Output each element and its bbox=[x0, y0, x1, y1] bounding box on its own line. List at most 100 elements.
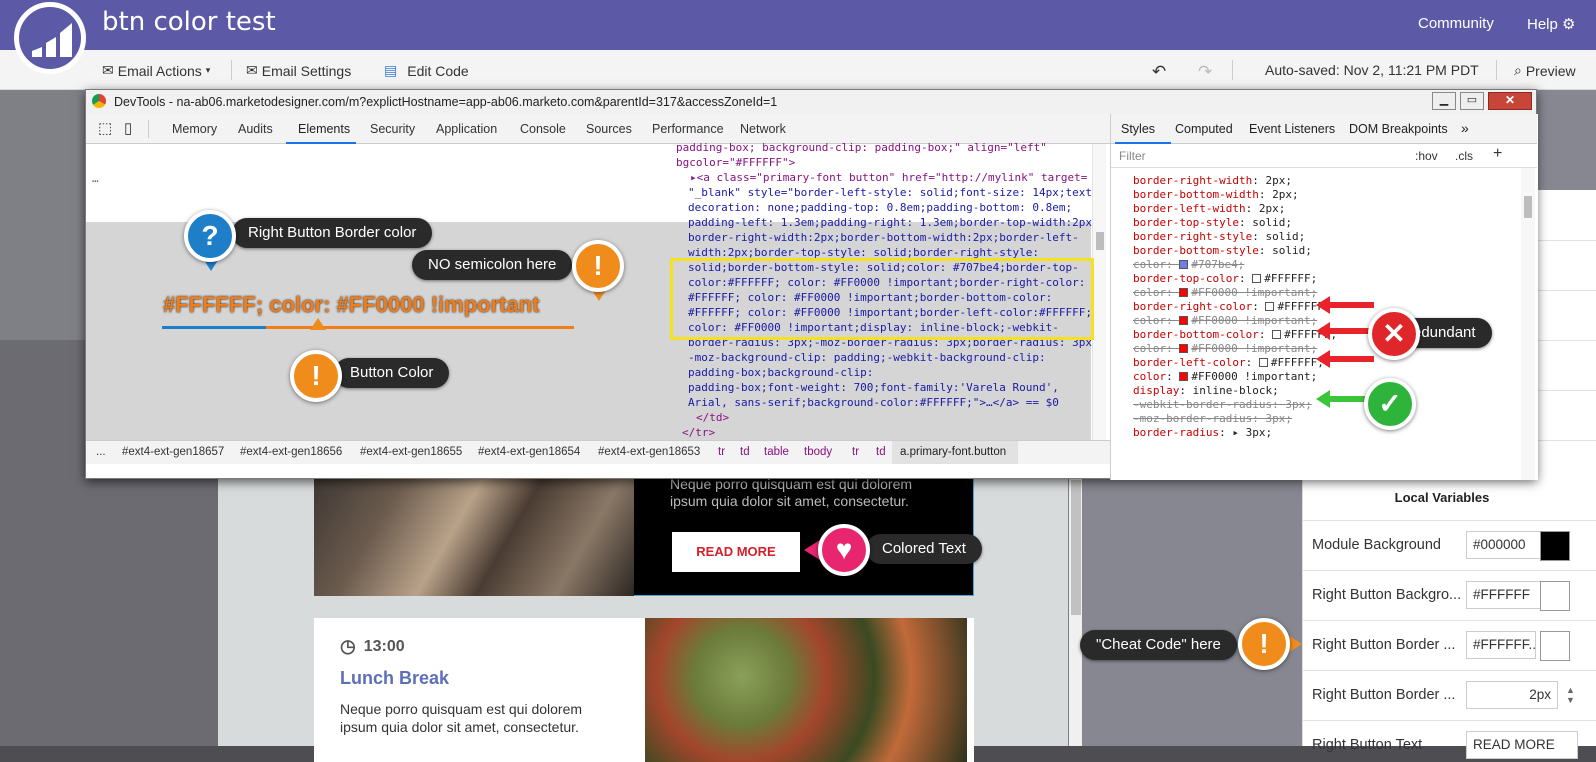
help-link[interactable]: Help ⚙ bbox=[1527, 15, 1575, 33]
breadcrumb-item[interactable]: td bbox=[740, 446, 750, 458]
lv-right-button-border-color: Right Button Border ... #FFFFFF... bbox=[1302, 620, 1596, 670]
color-swatch[interactable] bbox=[1179, 288, 1189, 297]
redo-button[interactable]: ↷ bbox=[1198, 62, 1212, 82]
style-rule[interactable]: border-bottom-width: 2px; bbox=[1133, 188, 1299, 202]
style-rule[interactable]: border-bottom-style: solid; bbox=[1133, 244, 1312, 258]
tab-styles[interactable]: Styles bbox=[1121, 122, 1155, 136]
inspect-icon[interactable]: ⬚ bbox=[98, 119, 112, 137]
tab-event-listeners[interactable]: Event Listeners bbox=[1249, 122, 1335, 136]
breadcrumb-item[interactable]: tr bbox=[718, 446, 725, 458]
breadcrumb-item[interactable]: #ext4-ext-gen18655 bbox=[360, 446, 462, 458]
style-rule[interactable]: border-right-color: #FFFFFF; bbox=[1133, 300, 1330, 314]
tab-application[interactable]: Application bbox=[436, 122, 497, 136]
tab-performance[interactable]: Performance bbox=[652, 122, 724, 136]
style-rule[interactable]: -moz-border-radius: 3px; bbox=[1133, 412, 1292, 426]
style-rule[interactable]: -webkit-border-radius: 3px; bbox=[1133, 398, 1312, 412]
hov-toggle[interactable]: :hov bbox=[1415, 149, 1438, 163]
color-swatch[interactable] bbox=[1540, 631, 1570, 661]
style-rule[interactable]: color: #FF0000 !important; bbox=[1133, 342, 1317, 356]
email-actions-menu[interactable]: ✉ Email Actions ▾ bbox=[102, 62, 210, 79]
style-rule[interactable]: color: #FF0000 !important; bbox=[1133, 314, 1317, 328]
email-settings-button[interactable]: ✉ Email Settings bbox=[246, 62, 351, 79]
color-swatch[interactable] bbox=[1252, 274, 1262, 283]
code-line[interactable]: ▸<a class="primary-font button" href="ht… bbox=[690, 170, 1087, 185]
code-icon: ▤ bbox=[384, 62, 398, 78]
breadcrumb-item[interactable]: #ext4-ext-gen18657 bbox=[122, 446, 224, 458]
color-swatch[interactable] bbox=[1540, 581, 1570, 611]
event-time: ◷ 13:00 bbox=[340, 636, 405, 656]
minimize-button[interactable]: ▁ bbox=[1432, 92, 1456, 110]
cls-toggle[interactable]: .cls bbox=[1455, 149, 1473, 163]
style-rule[interactable]: border-top-color: #FFFFFF; bbox=[1133, 272, 1317, 286]
right-button-border-width-input[interactable]: 2px bbox=[1466, 681, 1558, 709]
color-swatch[interactable] bbox=[1179, 344, 1189, 353]
ellipsis-icon[interactable]: … bbox=[92, 171, 99, 186]
tab-network[interactable]: Network bbox=[740, 122, 786, 136]
undo-button[interactable]: ↶ bbox=[1152, 62, 1166, 82]
community-link[interactable]: Community bbox=[1418, 15, 1494, 32]
color-swatch[interactable] bbox=[1540, 531, 1570, 561]
underline-border-color bbox=[162, 326, 266, 329]
lv-module-background: Module Background #000000 bbox=[1302, 520, 1596, 570]
tab-memory[interactable]: Memory bbox=[172, 122, 217, 136]
maximize-button[interactable]: ▭ bbox=[1460, 92, 1484, 110]
marketo-logo[interactable] bbox=[14, 2, 86, 74]
code-line: </td> bbox=[696, 411, 730, 424]
elements-scrollbar[interactable] bbox=[1092, 144, 1106, 440]
style-rule[interactable]: color: #FF0000 !important; bbox=[1133, 286, 1317, 300]
style-rule[interactable]: color: #707be4; bbox=[1133, 258, 1244, 272]
add-rule-icon[interactable]: + bbox=[1493, 145, 1502, 163]
style-rule[interactable]: display: inline-block; bbox=[1133, 384, 1279, 398]
close-button[interactable]: ✕ bbox=[1488, 92, 1532, 110]
breadcrumb-item[interactable]: table bbox=[764, 446, 789, 458]
style-rule[interactable]: border-right-width: 2px; bbox=[1133, 174, 1292, 188]
stepper-icon[interactable]: ▲ ▼ bbox=[1566, 685, 1575, 705]
color-swatch[interactable] bbox=[1272, 330, 1282, 339]
right-button-border-color-input[interactable]: #FFFFFF... bbox=[1466, 631, 1536, 659]
color-swatch[interactable] bbox=[1258, 358, 1268, 367]
tab-audits[interactable]: Audits bbox=[238, 122, 273, 136]
style-rule[interactable]: border-top-style: solid; bbox=[1133, 216, 1292, 230]
breadcrumb-item[interactable]: ... bbox=[96, 446, 106, 458]
style-rule[interactable]: border-bottom-color: #FFFFFF; bbox=[1133, 328, 1337, 342]
breadcrumb-item[interactable]: #ext4-ext-gen18653 bbox=[598, 446, 700, 458]
right-button-text-input[interactable]: READ MORE bbox=[1466, 731, 1578, 759]
color-swatch[interactable] bbox=[1179, 316, 1189, 325]
breadcrumb-item[interactable]: td bbox=[876, 446, 886, 458]
style-rule[interactable]: border-right-style: solid; bbox=[1133, 230, 1305, 244]
autosave-status: Auto-saved: Nov 2, 11:21 PM PDT bbox=[1265, 62, 1479, 78]
code-line: </tr> bbox=[682, 426, 716, 439]
style-rule[interactable]: border-radius: ▸ 3px; bbox=[1133, 426, 1272, 440]
color-swatch[interactable] bbox=[1265, 302, 1275, 311]
breadcrumb-item[interactable]: #ext4-ext-gen18654 bbox=[478, 446, 580, 458]
breadcrumb-item[interactable]: #ext4-ext-gen18656 bbox=[240, 446, 342, 458]
style-rule[interactable]: border-left-width: 2px; bbox=[1133, 202, 1285, 216]
device-toolbar-icon[interactable]: ▯ bbox=[124, 119, 132, 137]
breadcrumb-item[interactable]: tr bbox=[852, 446, 859, 458]
tab-console[interactable]: Console bbox=[520, 122, 566, 136]
color-swatch[interactable] bbox=[1179, 372, 1189, 381]
more-tabs-icon[interactable]: » bbox=[1461, 120, 1469, 136]
color-swatch[interactable] bbox=[1179, 260, 1189, 269]
read-more-button[interactable]: READ MORE bbox=[672, 532, 800, 572]
edit-code-button[interactable]: ▤ Edit Code bbox=[384, 62, 469, 79]
tab-dom-breakpoints[interactable]: DOM Breakpoints bbox=[1349, 122, 1448, 136]
right-button-background-input[interactable]: #FFFFFF bbox=[1466, 581, 1542, 609]
toolbar: ✉ Email Actions ▾ ✉ Email Settings ▤ Edit Co… bbox=[0, 50, 1596, 90]
tab-elements[interactable]: Elements bbox=[298, 122, 350, 136]
filter-input[interactable]: Filter bbox=[1119, 149, 1146, 163]
style-rule[interactable]: color: #FF0000 !important; bbox=[1133, 370, 1317, 384]
styles-scrollbar[interactable] bbox=[1521, 168, 1535, 480]
breadcrumb-item[interactable]: tbody bbox=[804, 446, 832, 458]
tab-security[interactable]: Security bbox=[370, 122, 415, 136]
food-photo bbox=[645, 618, 967, 762]
code-line: border-right-width:2px;border-bottom-wid… bbox=[688, 231, 1079, 244]
chrome-icon bbox=[92, 94, 106, 108]
preview-button[interactable]: ⌕ Preview bbox=[1514, 62, 1576, 79]
check-icon: ✓ bbox=[1364, 378, 1416, 430]
tab-sources[interactable]: Sources bbox=[586, 122, 632, 136]
code-line: bgcolor="#FFFFFF"> bbox=[676, 156, 796, 169]
tab-computed[interactable]: Computed bbox=[1175, 122, 1233, 136]
style-rule[interactable]: border-left-color: #FFFFFF; bbox=[1133, 356, 1324, 370]
breadcrumb-item-active[interactable]: a.primary-font.button bbox=[900, 446, 1006, 458]
